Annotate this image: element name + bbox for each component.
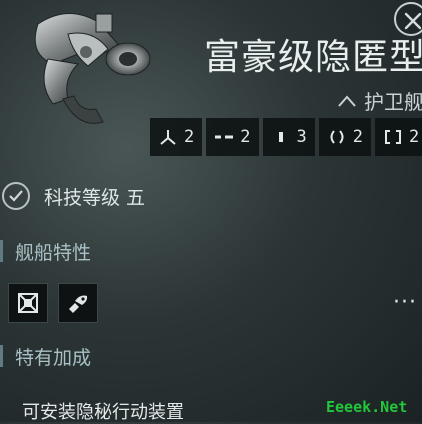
ship-image xyxy=(8,4,158,134)
launcher-hardpoint-icon xyxy=(214,127,234,147)
launcher-count: 2 xyxy=(240,127,251,147)
section-role-bonuses: 特有加成 xyxy=(0,341,91,371)
ship-name: 富豪级隐匿型 xyxy=(204,37,422,78)
section-accent-bar xyxy=(0,240,3,262)
launcher-hardpoints: 2 xyxy=(206,118,259,156)
ship-class-label: 护卫舰 xyxy=(364,90,422,114)
high-slot-icon xyxy=(271,127,291,147)
section-accent-bar xyxy=(0,345,3,367)
chevron-up-icon xyxy=(338,94,356,107)
tech-level-label: 科技等级 五 xyxy=(44,186,146,209)
covert-module-button[interactable] xyxy=(8,283,48,323)
more-options-button[interactable]: ··· xyxy=(393,290,417,315)
close-icon xyxy=(404,12,422,30)
high-slots: 3 xyxy=(262,118,315,156)
covert-module-icon xyxy=(18,293,38,313)
turret-hardpoint-icon xyxy=(158,127,178,147)
ship-class[interactable]: 护卫舰 xyxy=(338,86,422,115)
slot-layout: 2 2 3 2 2 xyxy=(150,118,422,156)
close-button[interactable] xyxy=(394,2,422,36)
skill-book-icon xyxy=(69,295,88,313)
mid-slots: 2 xyxy=(318,118,371,156)
section-heading: 舰船特性 xyxy=(15,241,92,264)
low-slots: 2 xyxy=(375,118,422,156)
watermark: Eeeek.Net xyxy=(326,398,408,416)
checkmark-icon xyxy=(2,182,30,210)
tech-level: 科技等级 五 xyxy=(2,182,145,210)
section-ship-traits: 舰船特性 xyxy=(0,236,91,266)
turret-hardpoints: 2 xyxy=(150,118,203,156)
turret-count: 2 xyxy=(184,127,195,147)
low-slot-icon xyxy=(383,127,403,147)
mid-slot-count: 2 xyxy=(352,127,363,147)
trait-buttons xyxy=(8,283,98,323)
low-slot-count: 2 xyxy=(409,127,420,147)
skill-book-button[interactable] xyxy=(58,283,98,323)
bonus-item: 可安装隐秘行动装置 xyxy=(22,402,184,423)
mid-slot-icon xyxy=(327,127,347,147)
section-heading: 特有加成 xyxy=(15,346,92,369)
high-slot-count: 3 xyxy=(296,127,307,147)
